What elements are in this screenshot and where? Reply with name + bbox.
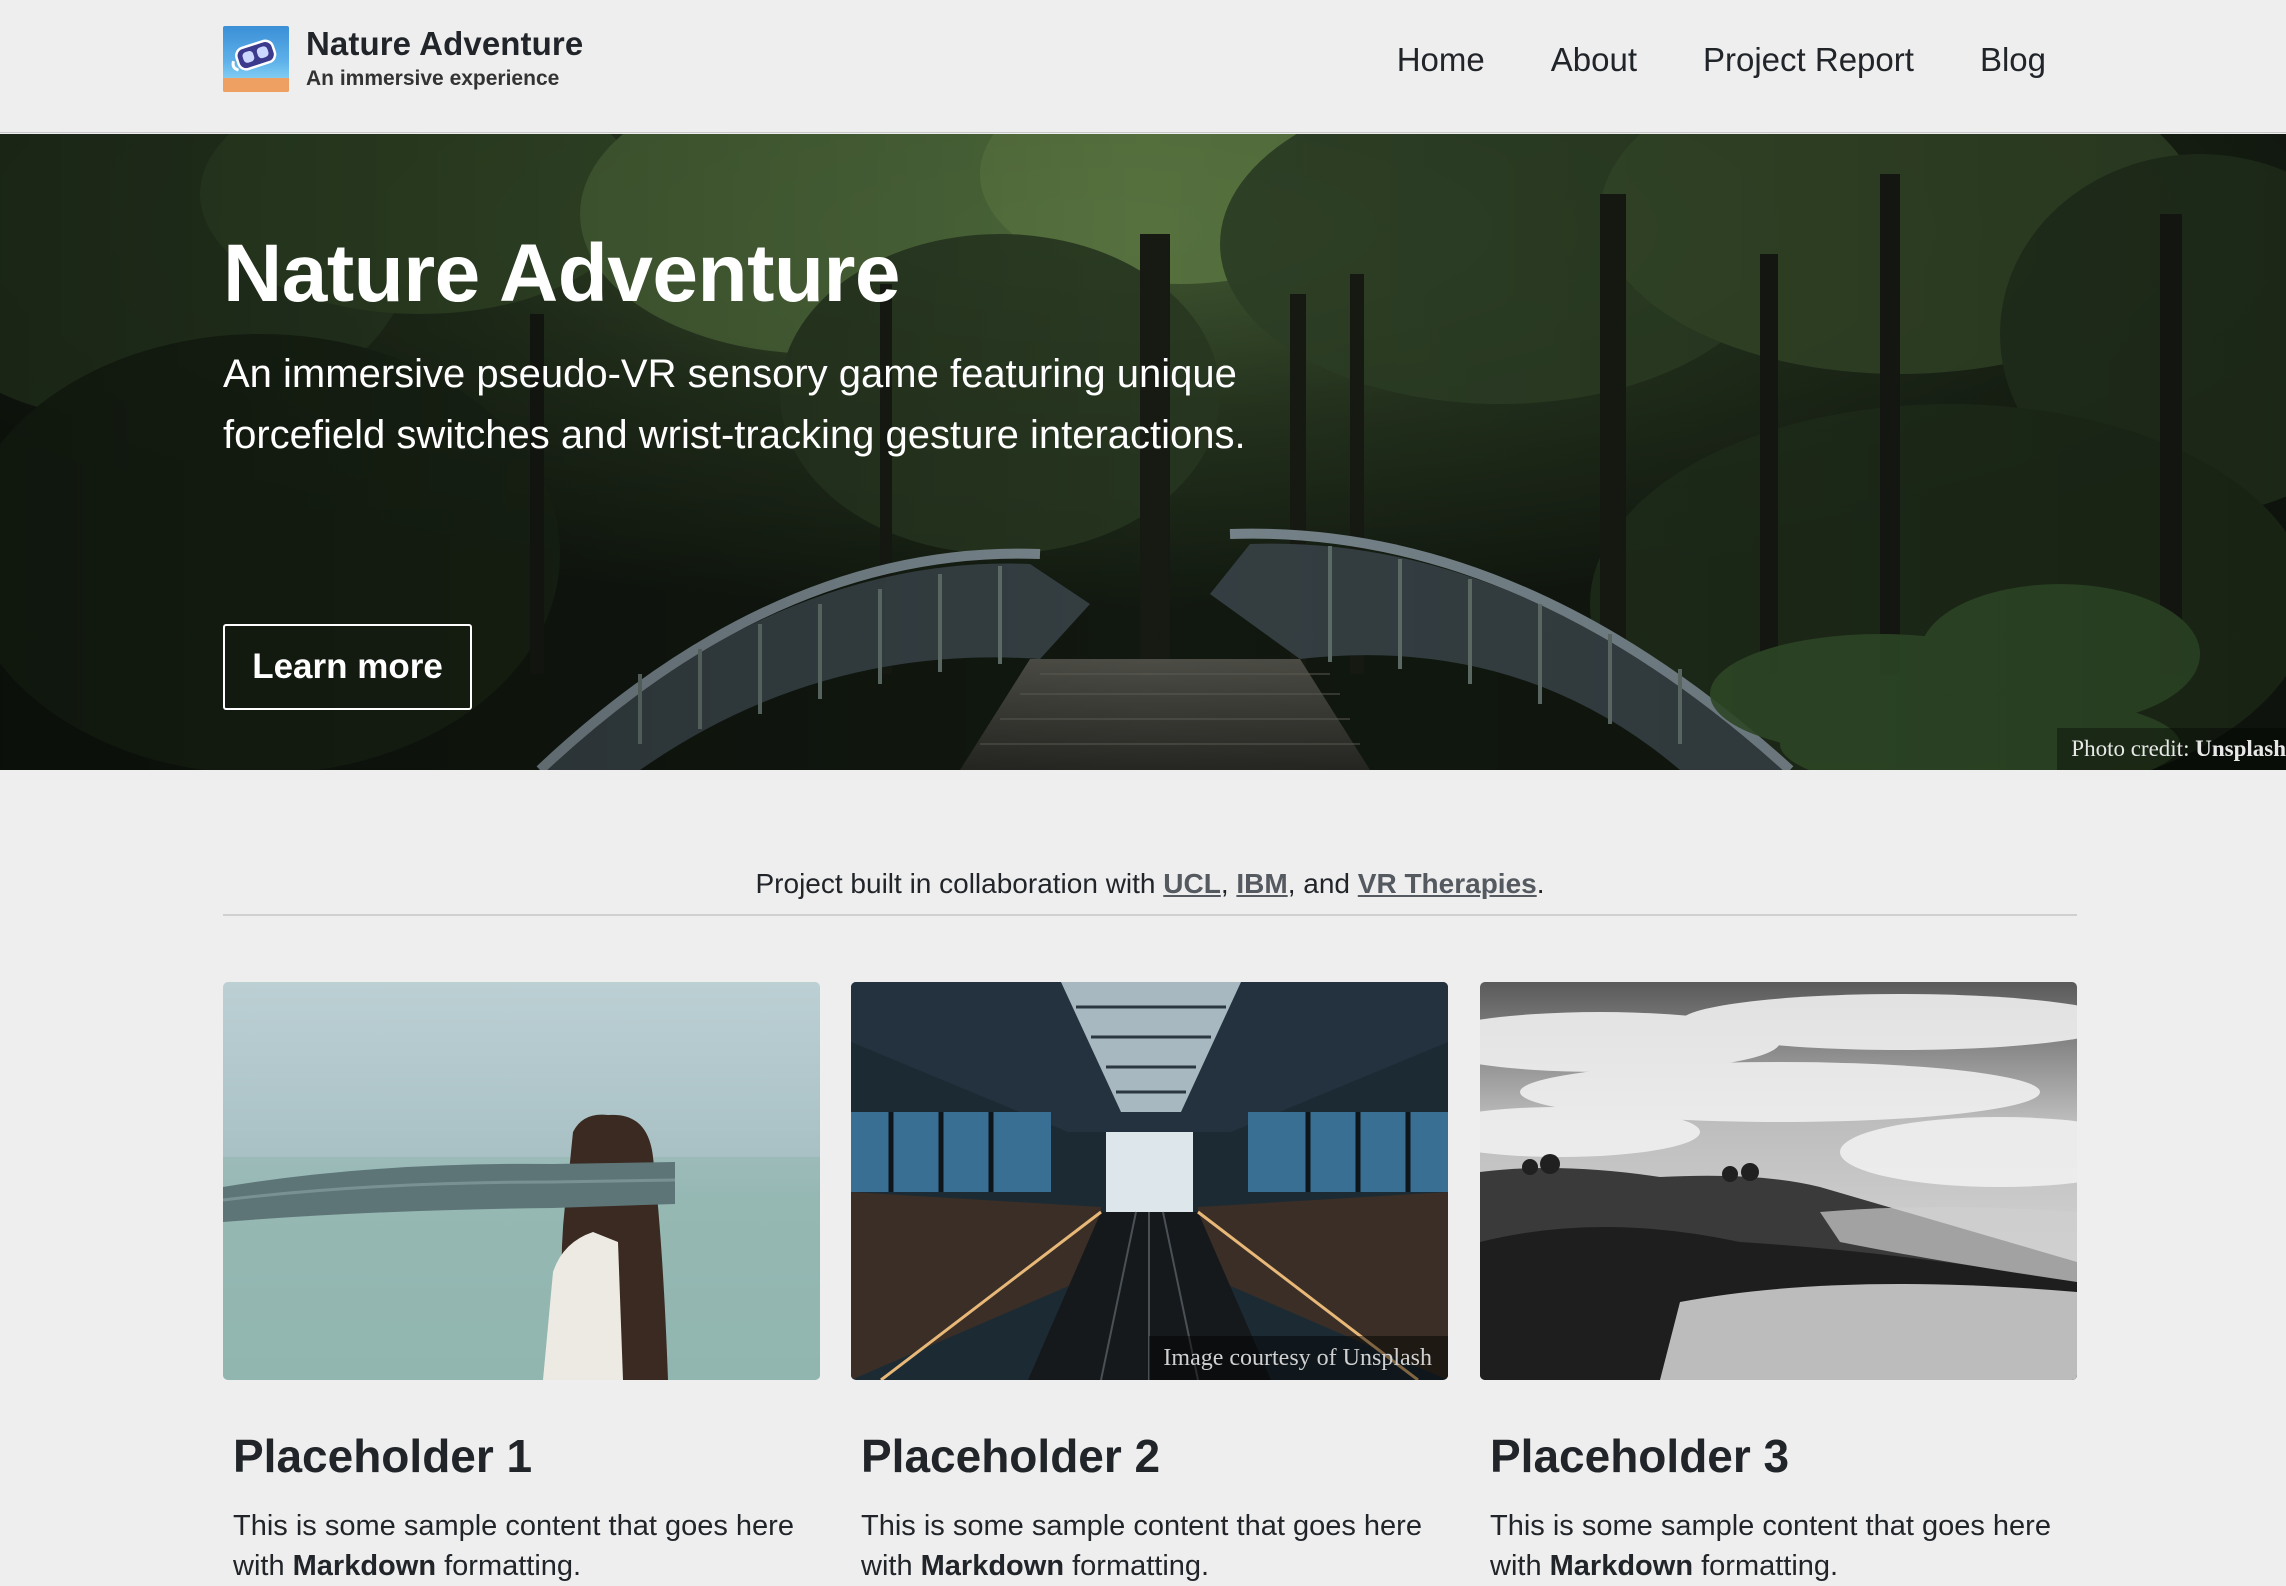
collab-suffix: .	[1536, 868, 1545, 899]
card-title: Placeholder 1	[233, 1430, 533, 1482]
card-image-escalator: Image courtesy of Unsplash	[851, 982, 1448, 1380]
card-image-clouds	[1480, 982, 2077, 1380]
card-text-after: formatting.	[1693, 1550, 1839, 1582]
nav-link-about[interactable]: About	[1518, 33, 1670, 87]
learn-more-button[interactable]: Learn more	[223, 624, 472, 710]
card-text: This is some sample content that goes he…	[233, 1506, 813, 1586]
partner-link-ucl[interactable]: UCL	[1163, 868, 1221, 899]
collab-sep-2: , and	[1287, 868, 1358, 899]
card-image-blindfold	[223, 982, 820, 1380]
card-title: Placeholder 3	[1490, 1430, 1790, 1482]
card-text: This is some sample content that goes he…	[861, 1506, 1441, 1586]
image-caption: Image courtesy of Unsplash	[1149, 1336, 1448, 1380]
card-placeholder-1: Placeholder 1 This is some sample conten…	[223, 982, 820, 1586]
nav-link-project-report[interactable]: Project Report	[1670, 33, 1947, 87]
navbar: Nature Adventure An immersive experience…	[0, 0, 2286, 133]
vr-headset-logo-icon	[223, 26, 289, 92]
nav-link-home[interactable]: Home	[1364, 33, 1518, 87]
hero-title: Nature Adventure	[223, 228, 901, 319]
brand-link[interactable]: Nature Adventure An immersive experience	[223, 25, 583, 93]
photo-credit-source: Unsplash	[2195, 736, 2286, 761]
collab-prefix: Project built in collaboration with	[755, 868, 1164, 899]
section-divider	[223, 914, 2077, 916]
nav-link-blog[interactable]: Blog	[1947, 33, 2046, 87]
card-title: Placeholder 2	[861, 1430, 1161, 1482]
hero-banner: Nature Adventure An immersive pseudo-VR …	[0, 134, 2286, 770]
card-placeholder-3: Placeholder 3 This is some sample conten…	[1480, 982, 2077, 1586]
card-placeholder-2: Image courtesy of Unsplash Placeholder 2…	[851, 982, 1448, 1586]
collab-sep-1: ,	[1220, 868, 1237, 899]
brand-title: Nature Adventure	[306, 25, 584, 62]
card-text: This is some sample content that goes he…	[1490, 1506, 2070, 1586]
brand-text: Nature Adventure An immersive experience	[306, 25, 583, 93]
card-text-after: formatting.	[436, 1550, 582, 1582]
partner-link-vr-therapies[interactable]: VR Therapies	[1358, 868, 1537, 899]
nav-links: Home About Project Report Blog	[1364, 33, 2046, 87]
card-text-bold: Markdown	[920, 1550, 1065, 1582]
card-text-bold: Markdown	[292, 1550, 437, 1582]
collaboration-text: Project built in collaboration with UCL,…	[223, 864, 2077, 904]
partner-link-ibm[interactable]: IBM	[1236, 868, 1287, 899]
card-text-bold: Markdown	[1549, 1550, 1694, 1582]
brand-tagline: An immersive experience	[306, 67, 560, 90]
photo-credit: Photo credit: Unsplash	[2057, 728, 2286, 770]
hero-content: Nature Adventure An immersive pseudo-VR …	[223, 226, 1423, 710]
photo-credit-prefix: Photo credit:	[2071, 736, 2190, 761]
card-text-after: formatting.	[1064, 1550, 1210, 1582]
hero-lead: An immersive pseudo-VR sensory game feat…	[223, 352, 1246, 457]
